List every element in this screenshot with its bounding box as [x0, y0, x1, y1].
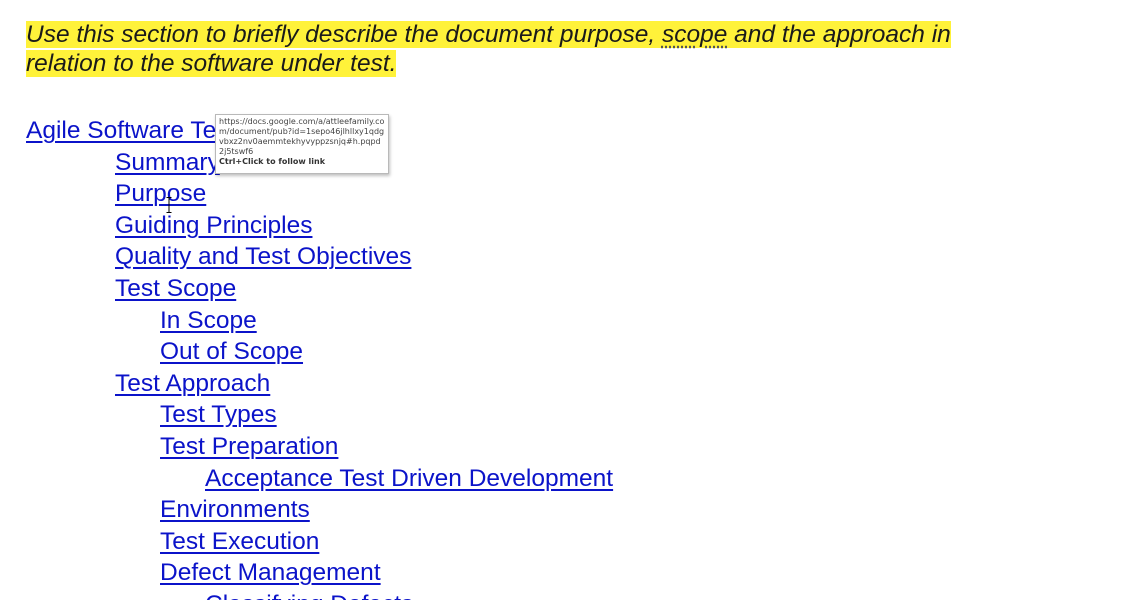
tooltip-hint: Ctrl+Click to follow link	[219, 157, 326, 166]
toc-item: Out of Scope	[160, 337, 303, 367]
highlighted-line-1: Use this section to briefly describe the…	[26, 21, 951, 48]
toc-link[interactable]: Test Execution	[160, 528, 319, 555]
toc-link[interactable]: Acceptance Test Driven Development	[205, 465, 613, 492]
toc-link[interactable]: Test Approach	[115, 370, 270, 397]
toc-item: Test Types	[160, 400, 277, 430]
toc-item: Test Scope	[115, 274, 236, 304]
spellcheck-word[interactable]: scope	[662, 21, 727, 48]
toc-item: Defect Management	[160, 558, 381, 588]
toc-item: Summary	[115, 148, 220, 178]
text-cursor-icon	[166, 197, 172, 213]
toc-item: Purpose	[115, 179, 206, 209]
toc-item: Quality and Test Objectives	[115, 242, 411, 272]
toc-link[interactable]: Out of Scope	[160, 338, 303, 365]
toc-link[interactable]: Test Preparation	[160, 433, 338, 460]
link-tooltip: https://docs.google.com/a/attleefamily.c…	[215, 114, 389, 174]
tooltip-url: https://docs.google.com/a/attleefamily.c…	[219, 117, 385, 156]
toc-link[interactable]: Summary	[115, 149, 220, 176]
toc-item: Test Preparation	[160, 432, 338, 462]
toc-item: Test Approach	[115, 369, 270, 399]
instruction-text: Use this section to briefly describe the…	[26, 20, 1126, 78]
intro-text-part: Use this section to briefly describe the…	[26, 21, 662, 48]
toc-link[interactable]: Test Types	[160, 401, 277, 428]
toc-link[interactable]: Quality and Test Objectives	[115, 243, 411, 270]
toc-link[interactable]: Test Scope	[115, 275, 236, 302]
toc-link[interactable]: Purpose	[115, 180, 206, 207]
toc-link[interactable]: Classifying Defects	[205, 591, 413, 600]
toc-item: Test Execution	[160, 527, 319, 557]
toc-item: In Scope	[160, 306, 257, 336]
toc-item: Acceptance Test Driven Development	[205, 464, 613, 494]
toc-item: Environments	[160, 495, 310, 525]
toc-link[interactable]: In Scope	[160, 307, 257, 334]
highlighted-line-2: relation to the software under test.	[26, 50, 397, 77]
toc-item: Guiding Principles	[115, 211, 312, 241]
intro-text-part: and the approach in	[727, 21, 951, 48]
toc-link[interactable]: Environments	[160, 496, 310, 523]
toc-link[interactable]: Guiding Principles	[115, 212, 312, 239]
toc-link[interactable]: Defect Management	[160, 559, 381, 586]
toc-item: Classifying Defects	[205, 590, 413, 600]
